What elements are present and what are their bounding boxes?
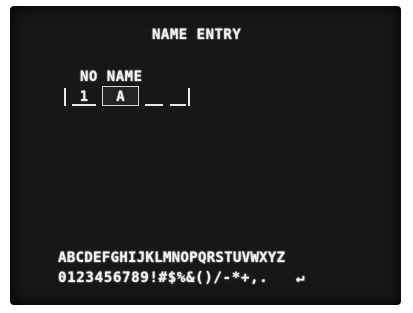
entry-char-slot-3[interactable]: [168, 86, 188, 108]
slot-underline: [170, 104, 186, 106]
symbol-keys[interactable]: 0123456789!#$%&()/-*+,.: [58, 270, 268, 286]
entry-number: 1: [79, 89, 89, 105]
game-screen: NAME ENTRY NO NAME 1 A ABCDEFGHIJKLMNOPQ…: [10, 6, 401, 305]
letter-keyboard-row[interactable]: ABCDEFGHIJKLMNOPQRSTUVWXYZ: [58, 250, 285, 266]
entry-char-slot-1[interactable]: A: [102, 86, 139, 108]
entry-number-slot: 1: [70, 86, 98, 108]
screen-title: NAME ENTRY: [152, 27, 242, 43]
slot-underline: [145, 104, 163, 106]
enter-icon[interactable]: ↵: [296, 270, 305, 286]
entry-left-bracket: [64, 88, 66, 106]
enter-key-gap: [268, 270, 295, 286]
entry-char-slot-2[interactable]: [143, 86, 165, 108]
symbol-keyboard-row[interactable]: 0123456789!#$%&()/-*+,. ↵: [58, 270, 305, 286]
name-field-label: NO NAME: [80, 69, 143, 85]
entry-char-1: A: [116, 89, 125, 105]
entry-right-bracket: [188, 88, 190, 106]
name-entry-field[interactable]: 1 A: [64, 86, 194, 108]
slot-underline: [72, 104, 96, 106]
monitor-frame: NAME ENTRY NO NAME 1 A ABCDEFGHIJKLMNOPQ…: [0, 0, 413, 313]
